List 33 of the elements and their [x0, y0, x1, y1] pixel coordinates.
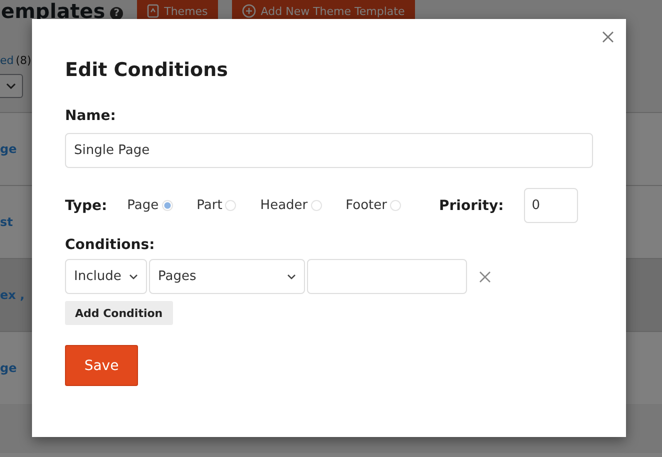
conditions-label: Conditions: [65, 237, 156, 253]
priority-field[interactable]: 0 [524, 188, 578, 223]
template-link[interactable]: st [0, 215, 13, 229]
filter-count: (8) [16, 54, 32, 67]
help-icon[interactable]: ? [110, 6, 124, 20]
priority-label: Priority: [439, 198, 504, 214]
dialog-title: Edit Conditions [65, 59, 229, 81]
chevron-down-icon [6, 83, 16, 89]
template-link[interactable]: ge [0, 142, 17, 156]
add-condition-button[interactable]: Add Condition [65, 301, 173, 325]
condition-value-field[interactable] [307, 259, 467, 294]
filter-link[interactable]: ed [0, 54, 14, 67]
type-option-label: Footer [346, 198, 388, 213]
bulk-action-dropdown[interactable] [0, 74, 23, 98]
include-dropdown[interactable]: Include [65, 259, 147, 294]
radio-button[interactable] [310, 200, 322, 211]
target-dropdown[interactable]: Pages [149, 259, 305, 294]
type-option-label: Header [260, 198, 308, 213]
name-field[interactable]: Single Page [65, 133, 593, 168]
template-link[interactable]: ge [0, 361, 17, 375]
radio-button[interactable] [162, 200, 173, 211]
page-title: emplates [1, 0, 106, 23]
radio-button[interactable] [390, 200, 402, 211]
type-label: Type: [65, 198, 108, 214]
type-option-label: Part [196, 198, 222, 213]
close-icon [602, 31, 614, 43]
name-label: Name: [65, 108, 117, 124]
type-option-label: Page [127, 198, 159, 213]
chevron-down-icon [129, 274, 138, 280]
remove-icon[interactable] [479, 270, 491, 282]
save-button[interactable]: Save [65, 345, 138, 386]
chevron-down-icon [287, 274, 296, 280]
radio-button[interactable] [225, 200, 236, 211]
